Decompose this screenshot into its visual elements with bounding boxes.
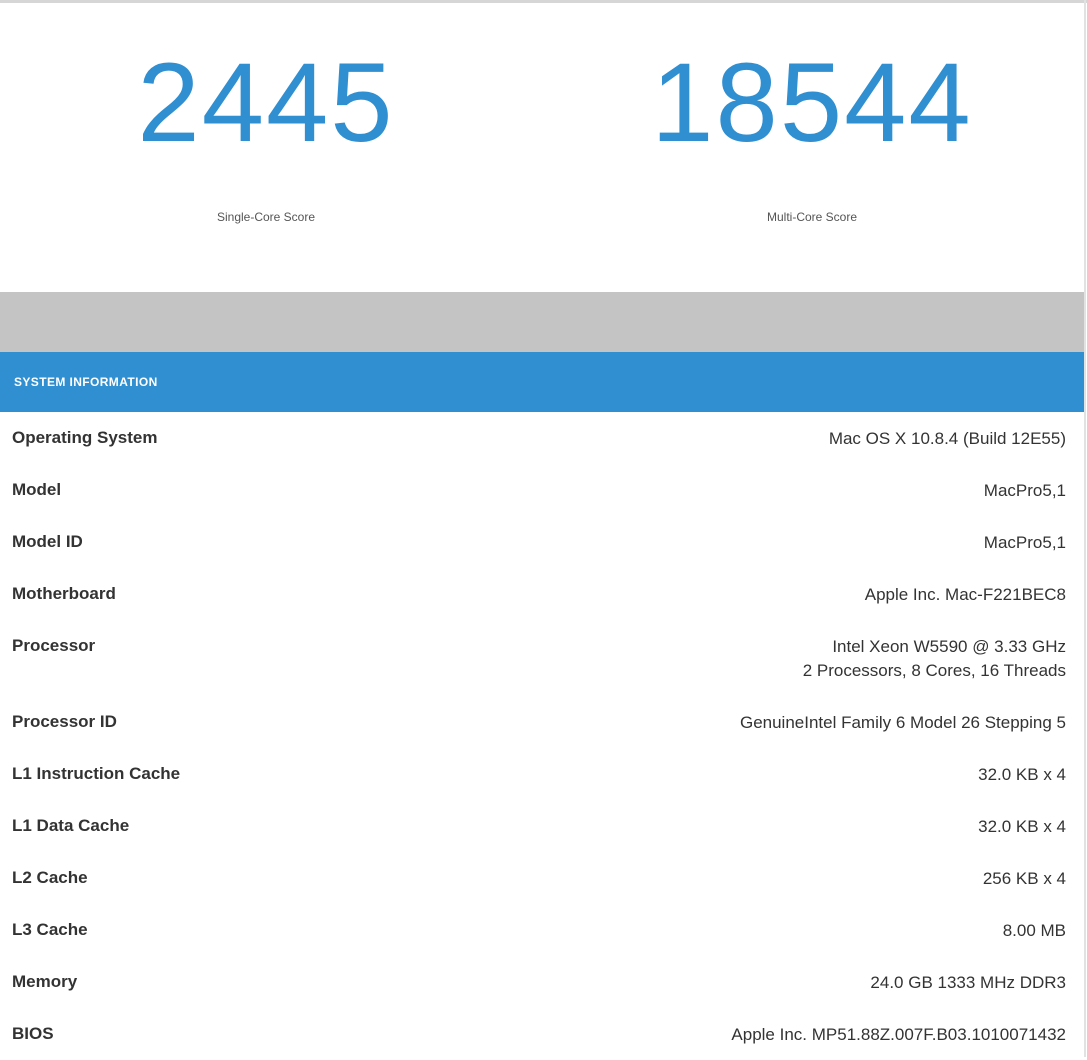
info-value: Apple Inc. MP51.88Z.007F.B03.1010071432 xyxy=(731,1025,1066,1044)
right-divider xyxy=(1084,0,1086,1057)
single-core-score: 2445 Single-Core Score xyxy=(0,3,532,292)
info-key: Motherboard xyxy=(12,584,116,603)
info-value: Mac OS X 10.8.4 (Build 12E55) xyxy=(828,429,1066,448)
multi-core-score: 18544 Multi-Core Score xyxy=(540,3,1084,292)
processor-model: Intel Xeon W5590 @ 3.33 GHz xyxy=(832,637,1066,656)
info-value: MacPro5,1 xyxy=(983,481,1066,500)
info-row-motherboard: Motherboard Apple Inc. Mac-F221BEC8 xyxy=(0,568,1084,620)
info-value: 256 KB x 4 xyxy=(982,869,1066,888)
info-value: 32.0 KB x 4 xyxy=(978,765,1066,784)
info-row-l3-cache: L3 Cache 8.00 MB xyxy=(0,904,1084,956)
info-row-l2-cache: L2 Cache 256 KB x 4 xyxy=(0,852,1084,904)
info-key: L1 Instruction Cache xyxy=(12,764,181,783)
info-key: BIOS xyxy=(12,1024,54,1043)
info-key: L2 Cache xyxy=(12,868,88,887)
info-row-memory: Memory 24.0 GB 1333 MHz DDR3 xyxy=(0,956,1084,1008)
info-row-l1-data-cache: L1 Data Cache 32.0 KB x 4 xyxy=(0,800,1084,852)
info-row-model-id: Model ID MacPro5,1 xyxy=(0,516,1084,568)
system-information-header: SYSTEM INFORMATION xyxy=(0,352,1084,412)
info-row-model: Model MacPro5,1 xyxy=(0,464,1084,516)
info-key: Processor xyxy=(12,636,96,655)
info-key: L1 Data Cache xyxy=(12,816,130,835)
info-value: 24.0 GB 1333 MHz DDR3 xyxy=(870,973,1066,992)
info-key: Model xyxy=(12,480,62,499)
info-row-processor: Processor Intel Xeon W5590 @ 3.33 GHz 2 … xyxy=(0,620,1084,696)
separator-band xyxy=(0,292,1084,352)
info-value: 32.0 KB x 4 xyxy=(978,817,1066,836)
multi-core-score-label: Multi-Core Score xyxy=(766,210,858,224)
info-value: Intel Xeon W5590 @ 3.33 GHz 2 Processors… xyxy=(803,635,1066,683)
info-value: 8.00 MB xyxy=(1002,921,1066,940)
score-panel: 2445 Single-Core Score 18544 Multi-Core … xyxy=(0,3,1084,292)
section-title: SYSTEM INFORMATION xyxy=(14,375,158,389)
info-key: Memory xyxy=(12,972,78,991)
info-key: Operating System xyxy=(12,428,158,447)
single-core-score-label: Single-Core Score xyxy=(216,210,316,224)
multi-core-score-value: 18544 xyxy=(651,40,973,165)
info-key: L3 Cache xyxy=(12,920,88,939)
processor-topology: 2 Processors, 8 Cores, 16 Threads xyxy=(802,661,1066,680)
info-value: MacPro5,1 xyxy=(983,533,1066,552)
system-information-table: Operating System Mac OS X 10.8.4 (Build … xyxy=(0,412,1084,1060)
info-row-bios: BIOS Apple Inc. MP51.88Z.007F.B03.101007… xyxy=(0,1008,1084,1060)
info-value: GenuineIntel Family 6 Model 26 Stepping … xyxy=(739,713,1066,732)
info-value: Apple Inc. Mac-F221BEC8 xyxy=(864,585,1066,604)
info-key: Processor ID xyxy=(12,712,117,731)
info-key: Model ID xyxy=(12,532,83,551)
info-row-processor-id: Processor ID GenuineIntel Family 6 Model… xyxy=(0,696,1084,748)
info-row-operating-system: Operating System Mac OS X 10.8.4 (Build … xyxy=(0,412,1084,464)
info-row-l1-instruction-cache: L1 Instruction Cache 32.0 KB x 4 xyxy=(0,748,1084,800)
single-core-score-value: 2445 xyxy=(137,40,395,165)
